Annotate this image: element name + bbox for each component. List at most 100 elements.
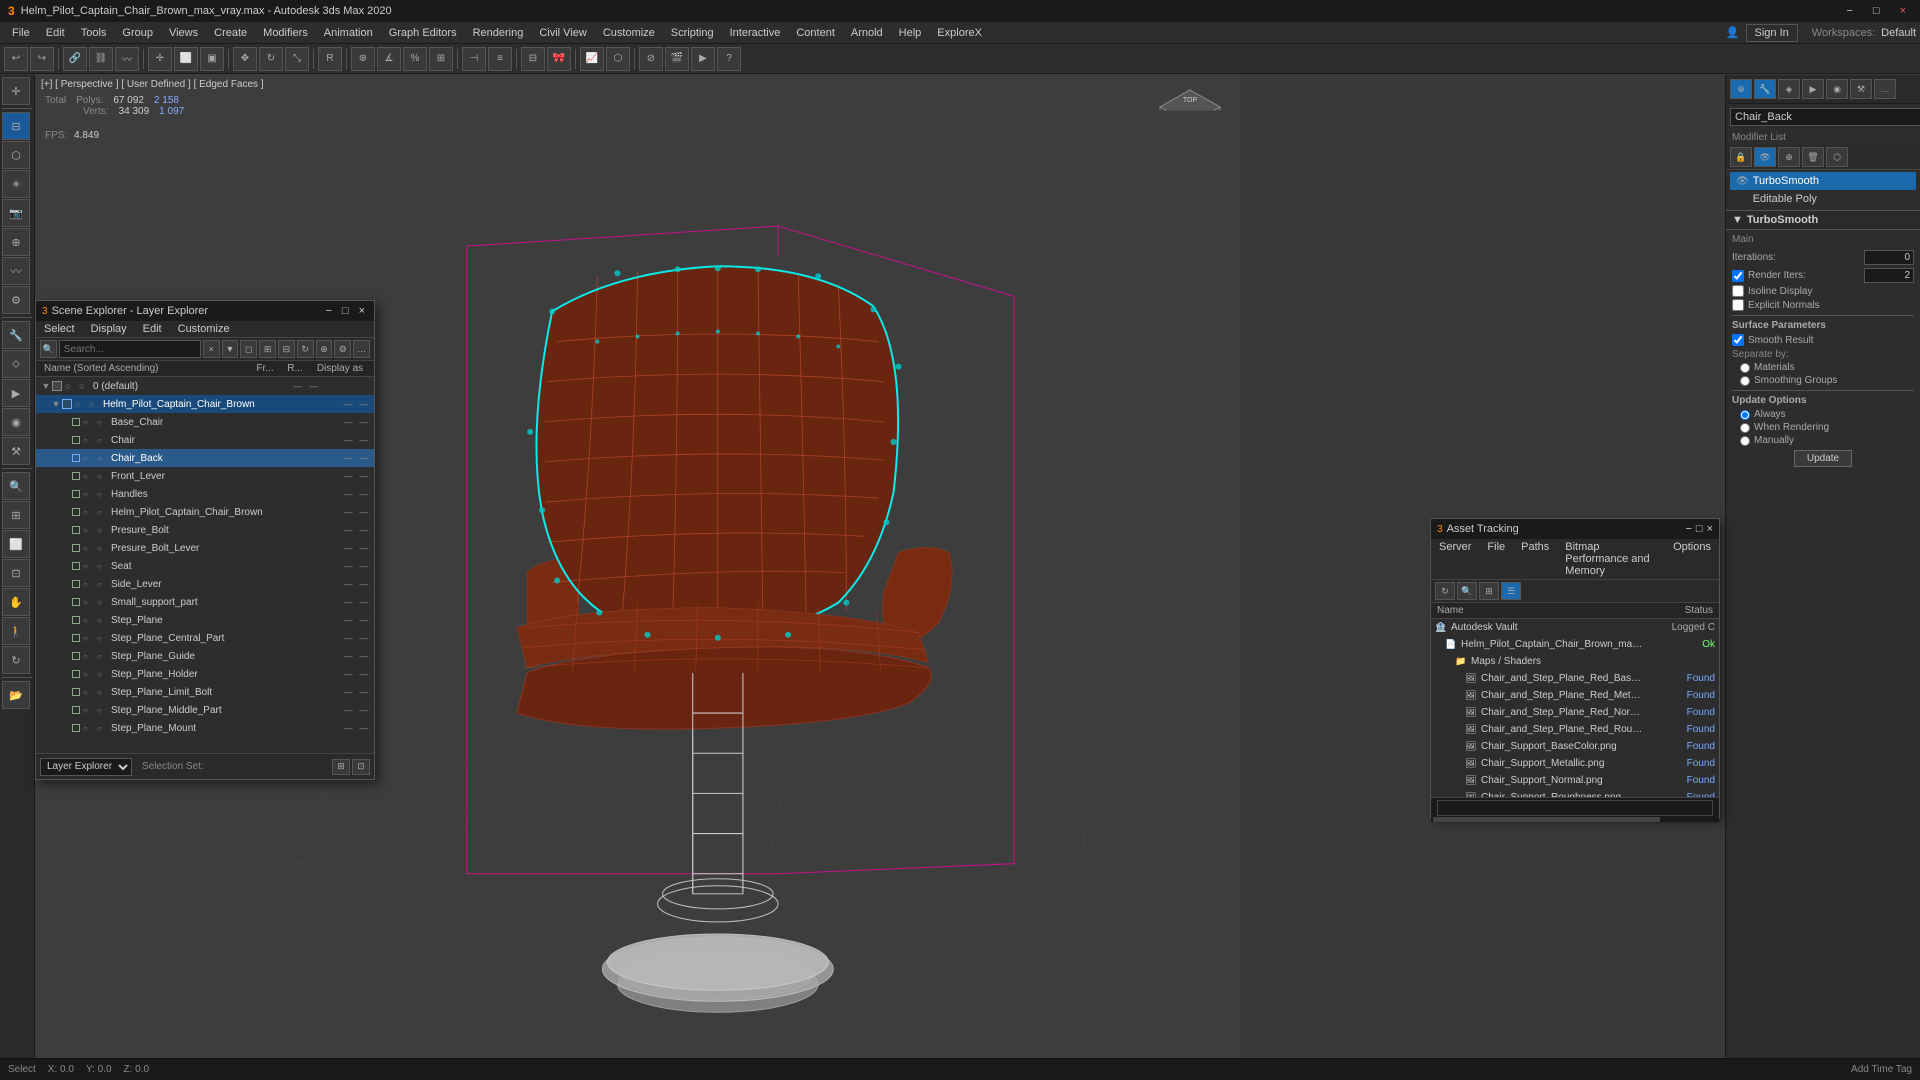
list-item[interactable]: ○ ○ Step_Plane_Mount — — — [36, 719, 374, 737]
eye-icon[interactable]: ○ — [83, 580, 97, 589]
shapes-button[interactable]: ⬡ — [2, 141, 30, 169]
bind-space-warp-button[interactable]: 〰 — [115, 47, 139, 71]
list-item[interactable]: ○ ○ Step_Plane_Middle_Part — — — [36, 701, 374, 719]
select-region-button[interactable]: ⬜ — [174, 47, 198, 71]
at-close-btn[interactable]: × — [1707, 523, 1713, 535]
create-panel-btn[interactable]: ⊕ — [1730, 79, 1752, 99]
eye-icon[interactable]: ○ — [83, 688, 97, 697]
eye2-icon[interactable]: ○ — [97, 580, 111, 589]
se-filter-btn[interactable]: ▼ — [222, 340, 239, 358]
layer-manager-button[interactable]: ⊟ — [521, 47, 545, 71]
se-search-btn[interactable]: 🔍 — [40, 340, 57, 358]
curve-editor-button[interactable]: 📈 — [580, 47, 604, 71]
eye-icon[interactable]: ○ — [83, 472, 97, 481]
smooth-result-checkbox[interactable] — [1732, 334, 1744, 346]
se-menu-select[interactable]: Select — [36, 321, 83, 337]
se-col-display[interactable]: Display as — [310, 363, 370, 374]
helpers-button[interactable]: ⊕ — [2, 228, 30, 256]
se-select-all-btn[interactable]: ◻ — [240, 340, 257, 358]
se-footer-icon-2[interactable]: ⊡ — [352, 759, 370, 775]
systems-button[interactable]: ⚙ — [2, 286, 30, 314]
menu-rendering[interactable]: Rendering — [465, 25, 532, 41]
select-link-button[interactable]: 🔗 — [63, 47, 87, 71]
at-maximize-btn[interactable]: □ — [1696, 523, 1703, 535]
menu-modifiers[interactable]: Modifiers — [255, 25, 316, 41]
explicit-normals-checkbox[interactable] — [1732, 299, 1744, 311]
list-item[interactable]: ○ ○ Base_Chair — — — [36, 413, 374, 431]
at-list-item[interactable]: 🖼 Chair_Support_BaseColor.png Found — [1431, 738, 1719, 755]
at-list-item[interactable]: 📁 Maps / Shaders — [1431, 653, 1719, 670]
se-extras-btn[interactable]: … — [353, 340, 370, 358]
at-list-view-btn[interactable]: ☰ — [1501, 582, 1521, 600]
eye-icon[interactable]: ○ — [83, 652, 97, 661]
utilities-button[interactable]: ⚒ — [2, 437, 30, 465]
se-search-input[interactable] — [59, 340, 201, 358]
eye2-icon[interactable]: ○ — [97, 670, 111, 679]
eye-icon[interactable]: ○ — [75, 399, 89, 409]
select-object-button[interactable]: ✛ — [2, 77, 30, 105]
eye-icon[interactable]: ○ — [65, 381, 79, 391]
menu-group[interactable]: Group — [114, 25, 161, 41]
menu-interactive[interactable]: Interactive — [722, 25, 789, 41]
modifier-delete-btn[interactable]: 🗑 — [1802, 147, 1824, 167]
se-options-btn[interactable]: ⚙ — [334, 340, 351, 358]
at-expand-btn[interactable]: ⊞ — [1479, 582, 1499, 600]
motion-panel-btn[interactable]: ▶ — [1802, 79, 1824, 99]
lights-button[interactable]: ☀ — [2, 170, 30, 198]
list-item[interactable]: ○ ○ Small_support_part — — — [36, 593, 374, 611]
menu-help[interactable]: Help — [891, 25, 930, 41]
zoom-all-button[interactable]: ⊞ — [2, 501, 30, 529]
menu-edit[interactable]: Edit — [38, 25, 73, 41]
menu-tools[interactable]: Tools — [73, 25, 115, 41]
eye2-icon[interactable]: ○ — [97, 634, 111, 643]
walk-button[interactable]: 🚶 — [2, 617, 30, 645]
unlink-button[interactable]: ⛓ — [89, 47, 113, 71]
zoom-selected-button[interactable]: ⊡ — [2, 559, 30, 587]
layer-explorer-button[interactable]: 📂 — [2, 681, 30, 709]
at-menu-file[interactable]: File — [1479, 539, 1513, 579]
list-item[interactable]: ○ ○ Step_Plane_Guide — — — [36, 647, 374, 665]
menu-civil-view[interactable]: Civil View — [531, 25, 594, 41]
se-menu-display[interactable]: Display — [83, 321, 135, 337]
hierarchy-panel-btn[interactable]: ◈ — [1778, 79, 1800, 99]
modify-panel-btn[interactable]: 🔧 — [1754, 79, 1776, 99]
zoom-button[interactable]: 🔍 — [2, 472, 30, 500]
menu-views[interactable]: Views — [161, 25, 206, 41]
list-item[interactable]: ○ ○ Chair — — — [36, 431, 374, 449]
modify-panel-button[interactable]: 🔧 — [2, 321, 30, 349]
at-list-item[interactable]: 🖼 Chair_and_Step_Plane_Red_Normal.png Fo… — [1431, 704, 1719, 721]
eye2-icon[interactable]: ○ — [97, 598, 111, 607]
eye2-icon[interactable]: ○ — [97, 436, 111, 445]
modifier-move-down-btn[interactable]: ⬡ — [1826, 147, 1848, 167]
se-menu-customize[interactable]: Customize — [170, 321, 238, 337]
menu-explorex[interactable]: ExploreX — [929, 25, 990, 41]
eye-icon[interactable]: ○ — [83, 724, 97, 733]
at-find-btn[interactable]: 🔍 — [1457, 582, 1477, 600]
eye2-icon[interactable]: ○ — [97, 688, 111, 697]
eye-icon[interactable]: ○ — [83, 616, 97, 625]
eye-icon[interactable]: ○ — [83, 526, 97, 535]
list-item[interactable]: ○ ○ Presure_Bolt — — — [36, 521, 374, 539]
scale-button[interactable]: ⤡ — [285, 47, 309, 71]
eye-icon[interactable]: ○ — [83, 670, 97, 679]
hierarchy-button[interactable]: ⬦ — [2, 350, 30, 378]
window-crossing-button[interactable]: ▣ — [200, 47, 224, 71]
list-item[interactable]: ▼ ○ ○ 0 (default) — — — [36, 377, 374, 395]
select-move-button[interactable]: ✥ — [233, 47, 257, 71]
se-col-freeze[interactable]: Fr... — [250, 363, 280, 374]
sign-in-button[interactable]: Sign In — [1746, 24, 1798, 42]
maximize-button[interactable]: □ — [1867, 5, 1886, 17]
at-menu-paths[interactable]: Paths — [1513, 539, 1557, 579]
isoline-checkbox[interactable] — [1732, 285, 1744, 297]
minimize-button[interactable]: − — [1840, 5, 1858, 17]
eye-icon[interactable]: ○ — [83, 508, 97, 517]
eye2-icon[interactable]: ○ — [97, 508, 111, 517]
menu-animation[interactable]: Animation — [316, 25, 381, 41]
modifier-editable-poly[interactable]: 👁 Editable Poly — [1730, 190, 1916, 208]
list-item[interactable]: ○ ○ Helm_Pilot_Captain_Chair_Brown — — — [36, 503, 374, 521]
render-iters-checkbox[interactable] — [1732, 270, 1744, 282]
se-clear-search-btn[interactable]: × — [203, 340, 220, 358]
snap-toggle-button[interactable]: ⊕ — [351, 47, 375, 71]
se-footer-icon-1[interactable]: ⊞ — [332, 759, 350, 775]
modifier-lock-btn[interactable]: 🔒 — [1730, 147, 1752, 167]
